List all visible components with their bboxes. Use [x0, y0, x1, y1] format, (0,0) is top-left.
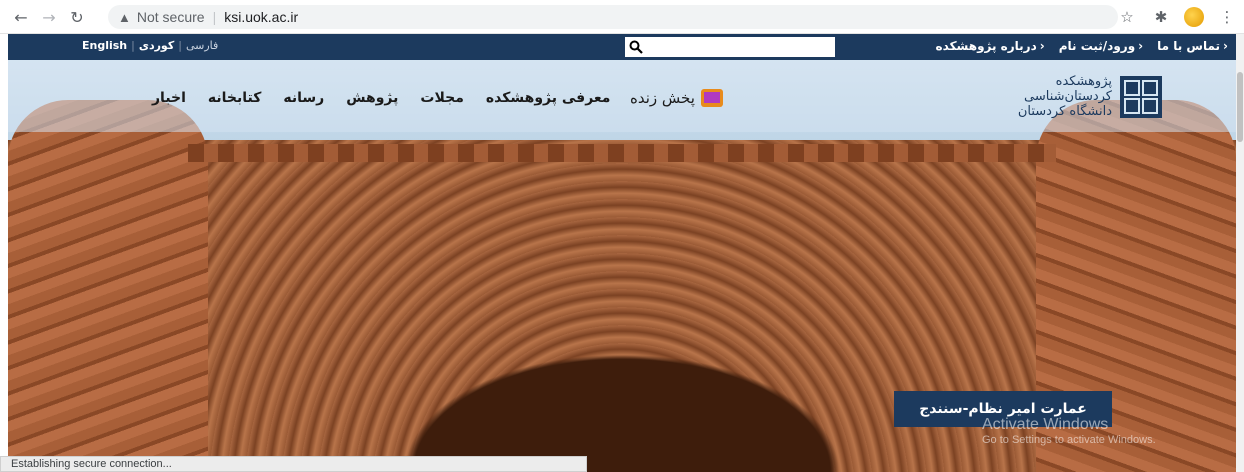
lang-kurdi[interactable]: کوردی: [139, 39, 174, 52]
lang-english[interactable]: English: [82, 39, 127, 52]
chevron-icon: ‹: [1039, 39, 1045, 53]
nav-item-media[interactable]: رسانه: [283, 90, 324, 106]
address-bar[interactable]: ▲ Not secure | ksi.uok.ac.ir: [108, 5, 1118, 29]
site-logo[interactable]: پژوهشکده کردستان‌شناسی دانشگاه کردستان: [1018, 74, 1162, 119]
lang-divider: |: [131, 39, 135, 52]
nav-item-news[interactable]: اخبار: [152, 90, 186, 106]
live-label: پخش زنده: [630, 89, 695, 107]
lang-divider: |: [178, 39, 182, 52]
tv-icon: [700, 89, 723, 107]
search-icon[interactable]: [629, 40, 643, 54]
nav-item-journals[interactable]: مجلات: [420, 90, 463, 106]
live-stream-link[interactable]: پخش زنده: [630, 89, 723, 107]
search-input[interactable]: [625, 37, 835, 57]
browser-actions: ☆ ✱ ⋮: [1116, 6, 1238, 28]
url-text[interactable]: ksi.uok.ac.ir: [224, 9, 298, 25]
chevron-icon: ‹: [1138, 39, 1144, 53]
logo-mark-icon: [1120, 75, 1162, 118]
hero-left-tower: [8, 100, 208, 472]
browser-toolbar: ← → ↻ ▲ Not secure | ksi.uok.ac.ir ☆ ✱ ⋮: [0, 0, 1244, 34]
scrollbar-thumb[interactable]: [1237, 72, 1243, 142]
windows-watermark: Activate Windows Go to Settings to activ…: [982, 416, 1156, 446]
main-nav: معرفی پژوهشکده مجلات پژوهش رسانه کتابخان…: [152, 90, 610, 106]
top-link-about[interactable]: ‹درباره پژوهشکده: [936, 39, 1045, 53]
top-links: ‹تماس با ما ‹ورود/ثبت نام ‹درباره پژوهشک…: [936, 39, 1228, 53]
bookmark-star-icon[interactable]: ☆: [1116, 6, 1138, 28]
nav-item-library[interactable]: کتابخانه: [208, 90, 261, 106]
security-label[interactable]: Not secure: [137, 9, 205, 25]
language-switcher: فارسی | کوردی | English: [82, 39, 218, 52]
chevron-icon: ‹: [1223, 39, 1228, 53]
hero-cornice: [188, 144, 1056, 162]
logo-text: پژوهشکده کردستان‌شناسی دانشگاه کردستان: [1017, 74, 1112, 119]
extensions-icon[interactable]: ✱: [1150, 6, 1172, 28]
status-bar: Establishing secure connection...: [0, 456, 587, 472]
hero-banner: پژوهشکده کردستان‌شناسی دانشگاه کردستان پ…: [8, 60, 1236, 472]
top-link-contact[interactable]: ‹تماس با ما: [1157, 39, 1228, 53]
nav-item-about[interactable]: معرفی پژوهشکده: [486, 90, 611, 106]
address-separator: |: [212, 9, 217, 25]
forward-arrow-icon[interactable]: →: [38, 6, 60, 28]
menu-dots-icon[interactable]: ⋮: [1216, 6, 1238, 28]
warning-icon[interactable]: ▲: [118, 10, 131, 25]
top-link-login[interactable]: ‹ورود/ثبت نام: [1059, 39, 1143, 53]
site-header: پژوهشکده کردستان‌شناسی دانشگاه کردستان پ…: [8, 60, 1236, 132]
page-scrollbar[interactable]: [1236, 34, 1244, 472]
lang-farsi[interactable]: فارسی: [186, 39, 218, 52]
back-arrow-icon[interactable]: ←: [10, 6, 32, 28]
reload-icon[interactable]: ↻: [66, 6, 88, 28]
nav-item-research[interactable]: پژوهش: [346, 90, 398, 106]
profile-avatar-icon[interactable]: [1184, 7, 1204, 27]
site-topbar: فارسی | کوردی | English ‹تماس با ما ‹ورو…: [8, 34, 1236, 60]
